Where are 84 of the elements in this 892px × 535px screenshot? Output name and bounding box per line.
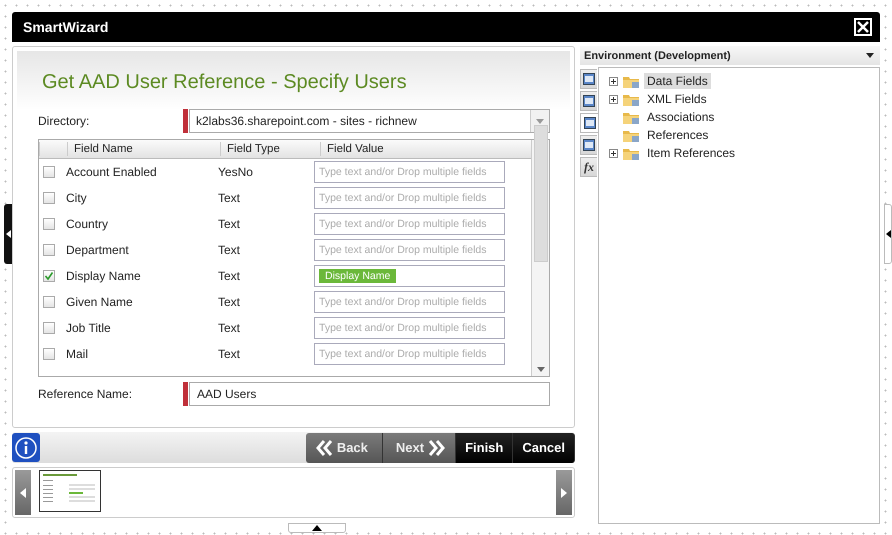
double-chevron-icon [316,440,333,456]
expand-icon[interactable] [609,148,618,158]
side-tab[interactable] [580,69,597,89]
field-name: Job Title [65,321,112,335]
expand-tab[interactable] [288,523,346,533]
field-name: Display Name [65,269,142,283]
field-type: Text [217,321,242,335]
left-arrow-icon [20,488,26,498]
row-checkbox[interactable] [43,166,55,178]
info-button[interactable] [12,433,40,462]
side-tab[interactable] [580,135,597,155]
field-type: YesNo [217,165,254,179]
field-name: Account Enabled [65,165,158,179]
field-value-input[interactable]: Type text and/or Drop multiple fields [314,161,505,183]
tree-item[interactable]: XML Fields [644,91,710,107]
page-thumbnail-icon [39,470,101,512]
scroll-down-icon [536,367,544,372]
field-name: Country [65,217,110,231]
field-name: Mail [65,347,90,361]
field-value-input[interactable]: Type text and/or Drop multiple fields [314,239,505,261]
panel-icon [583,73,595,85]
column-header: Field Type [220,142,320,156]
close-icon [854,18,872,36]
reference-name-field[interactable]: AAD Users [189,382,550,406]
field-type: Text [217,295,242,309]
field-name: Department [65,243,130,257]
field-value-input[interactable]: Type text and/or Drop multiple fields [314,343,505,365]
column-header: Field Name [67,142,220,156]
dropdown-icon [866,53,874,58]
scrollbar-thumb[interactable] [534,124,548,262]
required-marker [183,109,188,133]
directory-dropdown[interactable]: k2labs36.sharepoint.com - sites - richnew [189,109,550,133]
expand-icon[interactable] [609,94,618,104]
column-header: Field Value [320,142,527,156]
field-value-input[interactable]: Type text and/or Drop multiple fields [314,317,505,339]
row-checkbox[interactable] [43,296,55,308]
field-name: Given Name [65,295,134,309]
window-title: SmartWizard [23,19,108,35]
field-type: Text [217,217,242,231]
row-checkbox[interactable] [43,244,55,256]
row-checkbox[interactable] [43,322,55,334]
wizard-button[interactable]: Finish [456,432,514,462]
panel-icon [583,95,595,107]
field-value-input[interactable]: Type text and/or Drop multiple fields [314,187,505,209]
field-value-input[interactable]: Type text and/or Drop multiple fields [314,213,505,235]
tree-item[interactable]: References [644,127,712,143]
right-arrow-icon [561,488,567,498]
panel-icon [584,117,596,129]
wizard-button[interactable]: Back [306,432,383,462]
left-arrow-icon [886,230,890,238]
expand-icon[interactable] [609,76,618,86]
tree-item[interactable]: Associations [644,109,718,125]
wizard-button[interactable]: Cancel [513,432,575,462]
field-type: Text [217,243,242,257]
side-tab[interactable] [580,91,597,111]
field-type: Text [217,269,242,283]
field-label: Reference Name: [38,387,134,401]
collapse-handle[interactable] [884,204,892,264]
row-checkbox[interactable] [43,192,55,204]
double-chevron-icon [428,440,446,456]
side-tab[interactable] [580,113,599,133]
wizard-button[interactable]: Next [382,432,456,462]
field-value-input[interactable]: Type text and/or Drop multiple fields [314,291,505,313]
field-name: City [65,191,88,205]
scroll-right-button[interactable] [556,470,572,515]
required-marker [183,382,188,406]
row-checkbox[interactable] [43,348,55,360]
row-checkbox[interactable] [43,270,55,282]
up-arrow-icon [312,525,322,531]
page-title: Get AAD User Reference - Specify Users [41,70,408,95]
field-type: Text [217,191,242,205]
close-button[interactable] [854,18,872,36]
side-tab[interactable]: fx [580,157,597,177]
info-icon [15,436,37,458]
field-label: Directory: [38,114,90,128]
field-type: Text [217,347,242,361]
panel-title: Environment (Development) [584,50,731,62]
tree-item[interactable]: Item References [644,145,738,161]
scroll-left-button[interactable] [15,470,31,515]
panel-icon [583,139,595,151]
check-icon [44,271,54,281]
row-checkbox[interactable] [43,218,55,230]
tree-item[interactable]: Data Fields [644,73,711,89]
collapse-handle[interactable] [4,204,12,264]
